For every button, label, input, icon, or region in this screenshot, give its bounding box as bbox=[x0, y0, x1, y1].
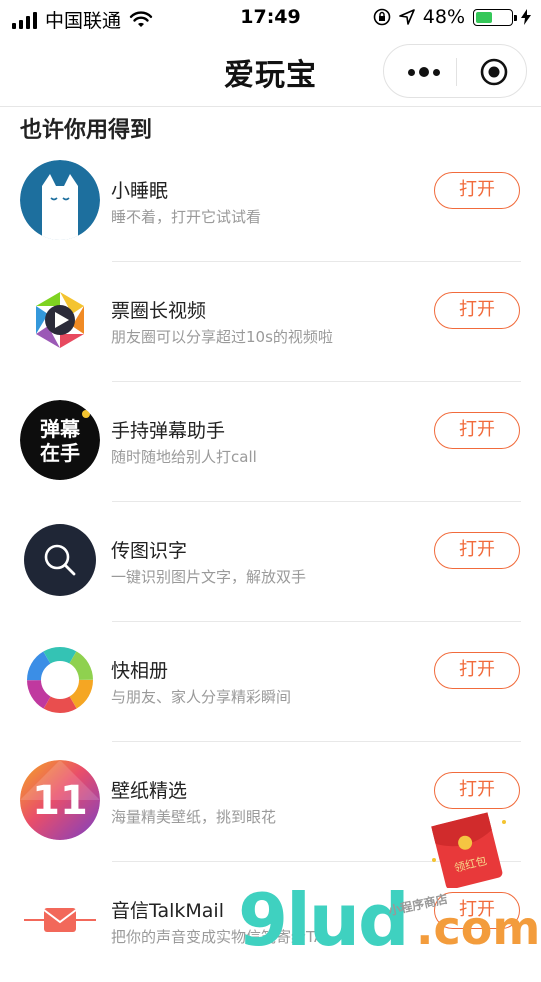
open-button[interactable]: 打开 bbox=[434, 772, 520, 809]
open-button[interactable]: 打开 bbox=[434, 292, 520, 329]
magnifier-icon bbox=[24, 524, 96, 596]
watermark-com: .com bbox=[416, 901, 541, 955]
capsule-menu bbox=[383, 44, 527, 98]
list-item: 快相册 与朋友、家人分享精彩瞬间 打开 bbox=[0, 622, 541, 742]
app-desc: 随时随地给别人打call bbox=[111, 448, 257, 466]
app-desc: 睡不着，打开它试试看 bbox=[111, 208, 262, 226]
app-name: 票圈长视频 bbox=[111, 300, 207, 322]
app-desc: 朋友圈可以分享超过10s的视频啦 bbox=[111, 328, 333, 346]
open-button[interactable]: 打开 bbox=[434, 652, 520, 689]
watermark-main: 9lud bbox=[238, 878, 410, 962]
rainbow-ring-icon bbox=[20, 640, 100, 720]
capsule-divider bbox=[456, 58, 457, 86]
danmaku-icon-text-2: 在手 bbox=[40, 441, 80, 465]
battery-icon bbox=[473, 8, 517, 26]
list-item: 小睡眠 睡不着，打开它试试看 打开 bbox=[0, 142, 541, 262]
section-title: 也许你用得到 bbox=[20, 118, 153, 143]
wallpaper-icon-text: 11 bbox=[32, 778, 88, 824]
red-packet-icon[interactable]: 领红包 bbox=[428, 812, 510, 888]
app-name: 手持弹幕助手 bbox=[111, 420, 226, 442]
battery-fill bbox=[476, 11, 492, 23]
open-button[interactable]: 打开 bbox=[434, 412, 520, 449]
open-button[interactable]: 打开 bbox=[434, 532, 520, 569]
lock-rotation-icon bbox=[373, 8, 391, 26]
battery-percent: 48% bbox=[422, 6, 465, 28]
envelope-icon bbox=[20, 880, 100, 960]
app-desc: 一键识别图片文字，解放双手 bbox=[111, 568, 307, 586]
close-target-icon[interactable] bbox=[479, 57, 509, 87]
nav-bar: 爱玩宝 bbox=[0, 36, 541, 107]
location-arrow-icon bbox=[398, 9, 415, 25]
app-name: 壁纸精选 bbox=[111, 780, 188, 802]
more-dots-icon[interactable] bbox=[408, 67, 440, 77]
list-item: 传图识字 一键识别图片文字，解放双手 打开 bbox=[0, 502, 541, 622]
app-name: 快相册 bbox=[111, 660, 169, 682]
list-item: 弹幕 在手 手持弹幕助手 随时随地给别人打call 打开 bbox=[0, 382, 541, 502]
app-desc: 海量精美壁纸，挑到眼花 bbox=[111, 808, 277, 826]
status-bar: 中国联通 17:49 48% bbox=[0, 0, 541, 36]
app-name: 传图识字 bbox=[111, 540, 188, 562]
wallpaper-11-icon: 11 bbox=[20, 760, 100, 840]
danmaku-icon-text-1: 弹幕 bbox=[40, 417, 81, 441]
list-item: 票圈长视频 朋友圈可以分享超过10s的视频啦 打开 bbox=[0, 262, 541, 382]
charging-bolt-icon bbox=[521, 9, 531, 25]
app-name: 音信TalkMail bbox=[111, 900, 224, 922]
open-button[interactable]: 打开 bbox=[434, 172, 520, 209]
danmaku-icon: 弹幕 在手 bbox=[20, 400, 100, 480]
sleep-cat-icon bbox=[20, 160, 100, 240]
watermark: 9lud 小程序商店 .com bbox=[238, 878, 541, 962]
app-name: 小睡眠 bbox=[111, 180, 169, 202]
status-right: 48% bbox=[373, 6, 531, 28]
aperture-play-icon bbox=[20, 280, 100, 360]
app-desc: 与朋友、家人分享精彩瞬间 bbox=[111, 688, 292, 706]
